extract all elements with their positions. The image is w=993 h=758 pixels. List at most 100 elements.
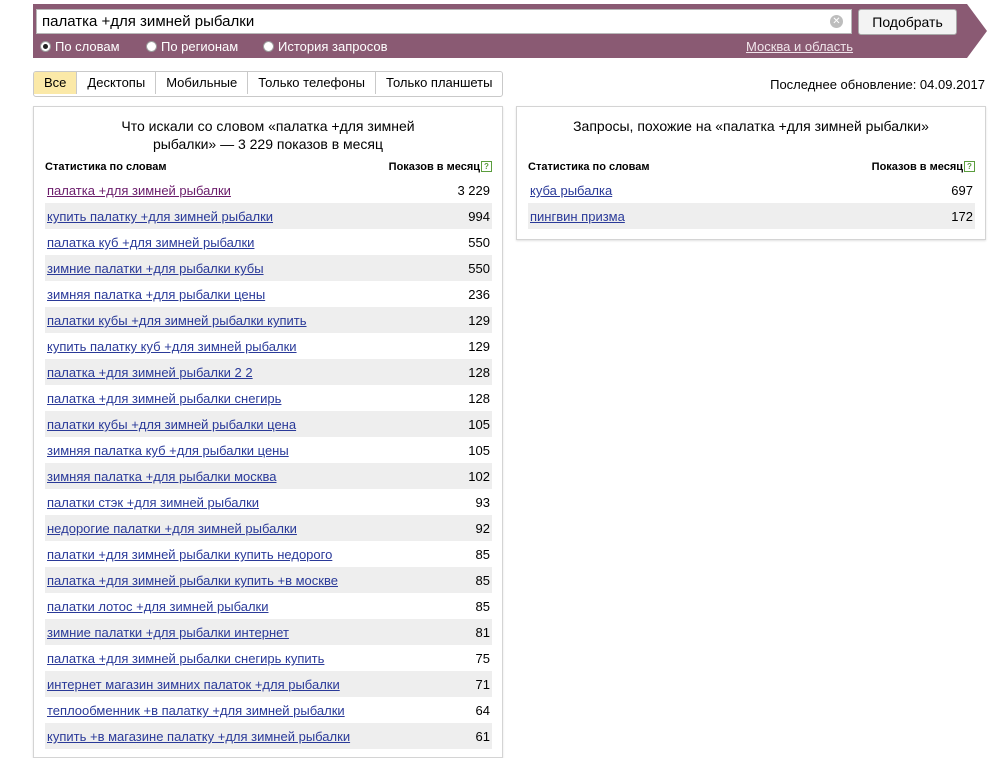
mode-label: По словам — [55, 39, 120, 54]
tab-tablets-only[interactable]: Только планшеты — [375, 72, 503, 94]
radio-icon[interactable] — [263, 41, 274, 52]
col-header-impressions: Показов в месяц? — [389, 161, 492, 173]
impressions-count: 236 — [468, 287, 490, 302]
table-row: купить +в магазине палатку +для зимней р… — [45, 723, 492, 749]
table-row: пингвин призма 172 — [528, 203, 975, 229]
column-headers: Статистика по словам Показов в месяц? — [528, 161, 975, 175]
table-row: палатка куб +для зимней рыбалки 550 — [45, 229, 492, 255]
impressions-count: 994 — [468, 209, 490, 224]
table-row: палатка +для зимней рыбалки 3 229 — [45, 177, 492, 203]
table-row: палатка +для зимней рыбалки 2 2 128 — [45, 359, 492, 385]
panel-title: Что искали со словом «палатка +для зимне… — [34, 117, 502, 153]
search-box: ✕ — [36, 9, 852, 34]
query-link[interactable]: палатки кубы +для зимней рыбалки цена — [47, 417, 296, 432]
tab-desktops[interactable]: Десктопы — [76, 72, 156, 94]
query-link[interactable]: палатка +для зимней рыбалки купить +в мо… — [47, 573, 338, 588]
query-link[interactable]: недорогие палатки +для зимней рыбалки — [47, 521, 297, 536]
query-link[interactable]: купить +в магазине палатку +для зимней р… — [47, 729, 350, 744]
impressions-count: 71 — [475, 677, 490, 692]
col-header-words: Статистика по словам — [45, 161, 167, 173]
mode-by-regions[interactable]: По регионам — [146, 39, 238, 54]
query-link[interactable]: палатки лотос +для зимней рыбалки — [47, 599, 268, 614]
search-input[interactable] — [37, 10, 827, 33]
impressions-count: 128 — [468, 391, 490, 406]
query-link[interactable]: палатки стэк +для зимней рыбалки — [47, 495, 259, 510]
table-row: зимняя палатка +для рыбалки москва 102 — [45, 463, 492, 489]
query-link[interactable]: палатка +для зимней рыбалки снегирь — [47, 391, 281, 406]
column-headers: Статистика по словам Показов в месяц? — [45, 161, 492, 175]
table-row: палатка +для зимней рыбалки купить +в мо… — [45, 567, 492, 593]
similar-queries-list: куба рыбалка 697 пингвин призма 172 — [528, 177, 975, 229]
query-link[interactable]: палатки +для зимней рыбалки купить недор… — [47, 547, 332, 562]
table-row: зимняя палатка +для рыбалки цены 236 — [45, 281, 492, 307]
similar-queries-panel: Запросы, похожие на «палатка +для зимней… — [516, 106, 986, 240]
header-arrow — [967, 4, 987, 58]
query-link[interactable]: палатка +для зимней рыбалки — [47, 183, 231, 198]
last-update: Последнее обновление: 04.09.2017 — [770, 77, 985, 92]
query-link[interactable]: куба рыбалка — [530, 183, 612, 198]
table-row: купить палатку куб +для зимней рыбалки 12… — [45, 333, 492, 359]
query-link[interactable]: зимние палатки +для рыбалки интернет — [47, 625, 289, 640]
query-link[interactable]: интернет магазин зимних палаток +для рыб… — [47, 677, 340, 692]
impressions-count: 64 — [475, 703, 490, 718]
query-link[interactable]: пингвин призма — [530, 209, 625, 224]
table-row: палатки кубы +для зимней рыбалки цена 105 — [45, 411, 492, 437]
impressions-count: 61 — [475, 729, 490, 744]
impressions-count: 81 — [475, 625, 490, 640]
impressions-count: 102 — [468, 469, 490, 484]
panel-title-line: рыбалки» — 3 229 показов в месяц — [152, 136, 384, 152]
query-link[interactable]: палатки кубы +для зимней рыбалки купить — [47, 313, 307, 328]
table-row: палатки стэк +для зимней рыбалки 93 — [45, 489, 492, 515]
table-row: купить палатку +для зимней рыбалки 994 — [45, 203, 492, 229]
table-row: интернет магазин зимних палаток +для рыб… — [45, 671, 492, 697]
table-row: палатки +для зимней рыбалки купить недор… — [45, 541, 492, 567]
radio-icon[interactable] — [146, 41, 157, 52]
query-link[interactable]: зимняя палатка куб +для рыбалки цены — [47, 443, 289, 458]
impressions-count: 85 — [475, 599, 490, 614]
clear-icon[interactable]: ✕ — [830, 15, 843, 28]
table-row: палатки лотос +для зимней рыбалки 85 — [45, 593, 492, 619]
impressions-count: 85 — [475, 547, 490, 562]
tab-all[interactable]: Все — [34, 72, 77, 94]
impressions-count: 3 229 — [457, 183, 490, 198]
submit-button[interactable]: Подобрать — [858, 9, 957, 35]
word-stats-panel: Что искали со словом «палатка +для зимне… — [33, 106, 503, 758]
table-row: палатки кубы +для зимней рыбалки купить 1… — [45, 307, 492, 333]
query-link[interactable]: купить палатку куб +для зимней рыбалки — [47, 339, 297, 354]
help-icon[interactable]: ? — [964, 161, 975, 172]
query-link[interactable]: теплообменник +в палатку +для зимней рыб… — [47, 703, 345, 718]
help-icon[interactable]: ? — [481, 161, 492, 172]
impressions-count: 129 — [468, 339, 490, 354]
tab-mobile[interactable]: Мобильные — [155, 72, 248, 94]
table-row: куба рыбалка 697 — [528, 177, 975, 203]
query-link[interactable]: зимние палатки +для рыбалки кубы — [47, 261, 264, 276]
region-link[interactable]: Москва и область — [746, 39, 853, 54]
table-row: недорогие палатки +для зимней рыбалки 92 — [45, 515, 492, 541]
query-link[interactable]: палатка куб +для зимней рыбалки — [47, 235, 254, 250]
table-row: зимняя палатка куб +для рыбалки цены 105 — [45, 437, 492, 463]
impressions-count: 550 — [468, 261, 490, 276]
table-row: зимние палатки +для рыбалки интернет 81 — [45, 619, 492, 645]
table-row: теплообменник +в палатку +для зимней рыб… — [45, 697, 492, 723]
panel-title: Запросы, похожие на «палатка +для зимней… — [573, 118, 929, 134]
mode-label: По регионам — [161, 39, 239, 54]
query-link[interactable]: зимняя палатка +для рыбалки цены — [47, 287, 265, 302]
impressions-count: 105 — [468, 417, 490, 432]
query-link[interactable]: палатка +для зимней рыбалки снегирь купи… — [47, 651, 324, 666]
mode-label: История запросов — [278, 39, 388, 54]
col-header-impressions: Показов в месяц? — [872, 161, 975, 173]
impressions-count: 85 — [475, 573, 490, 588]
impressions-count: 93 — [475, 495, 490, 510]
impressions-count: 128 — [468, 365, 490, 380]
query-link[interactable]: купить палатку +для зимней рыбалки — [47, 209, 273, 224]
tab-phones-only[interactable]: Только телефоны — [247, 72, 376, 94]
mode-by-words[interactable]: По словам — [40, 39, 120, 54]
table-row: палатка +для зимней рыбалки снегирь купи… — [45, 645, 492, 671]
impressions-count: 172 — [951, 209, 973, 224]
mode-history[interactable]: История запросов — [263, 39, 388, 54]
word-stats-list: палатка +для зимней рыбалки 3 229 купить п… — [45, 177, 492, 749]
query-link[interactable]: зимняя палатка +для рыбалки москва — [47, 469, 276, 484]
query-link[interactable]: палатка +для зимней рыбалки 2 2 — [47, 365, 253, 380]
radio-icon[interactable] — [40, 41, 51, 52]
impressions-count: 697 — [951, 183, 973, 198]
